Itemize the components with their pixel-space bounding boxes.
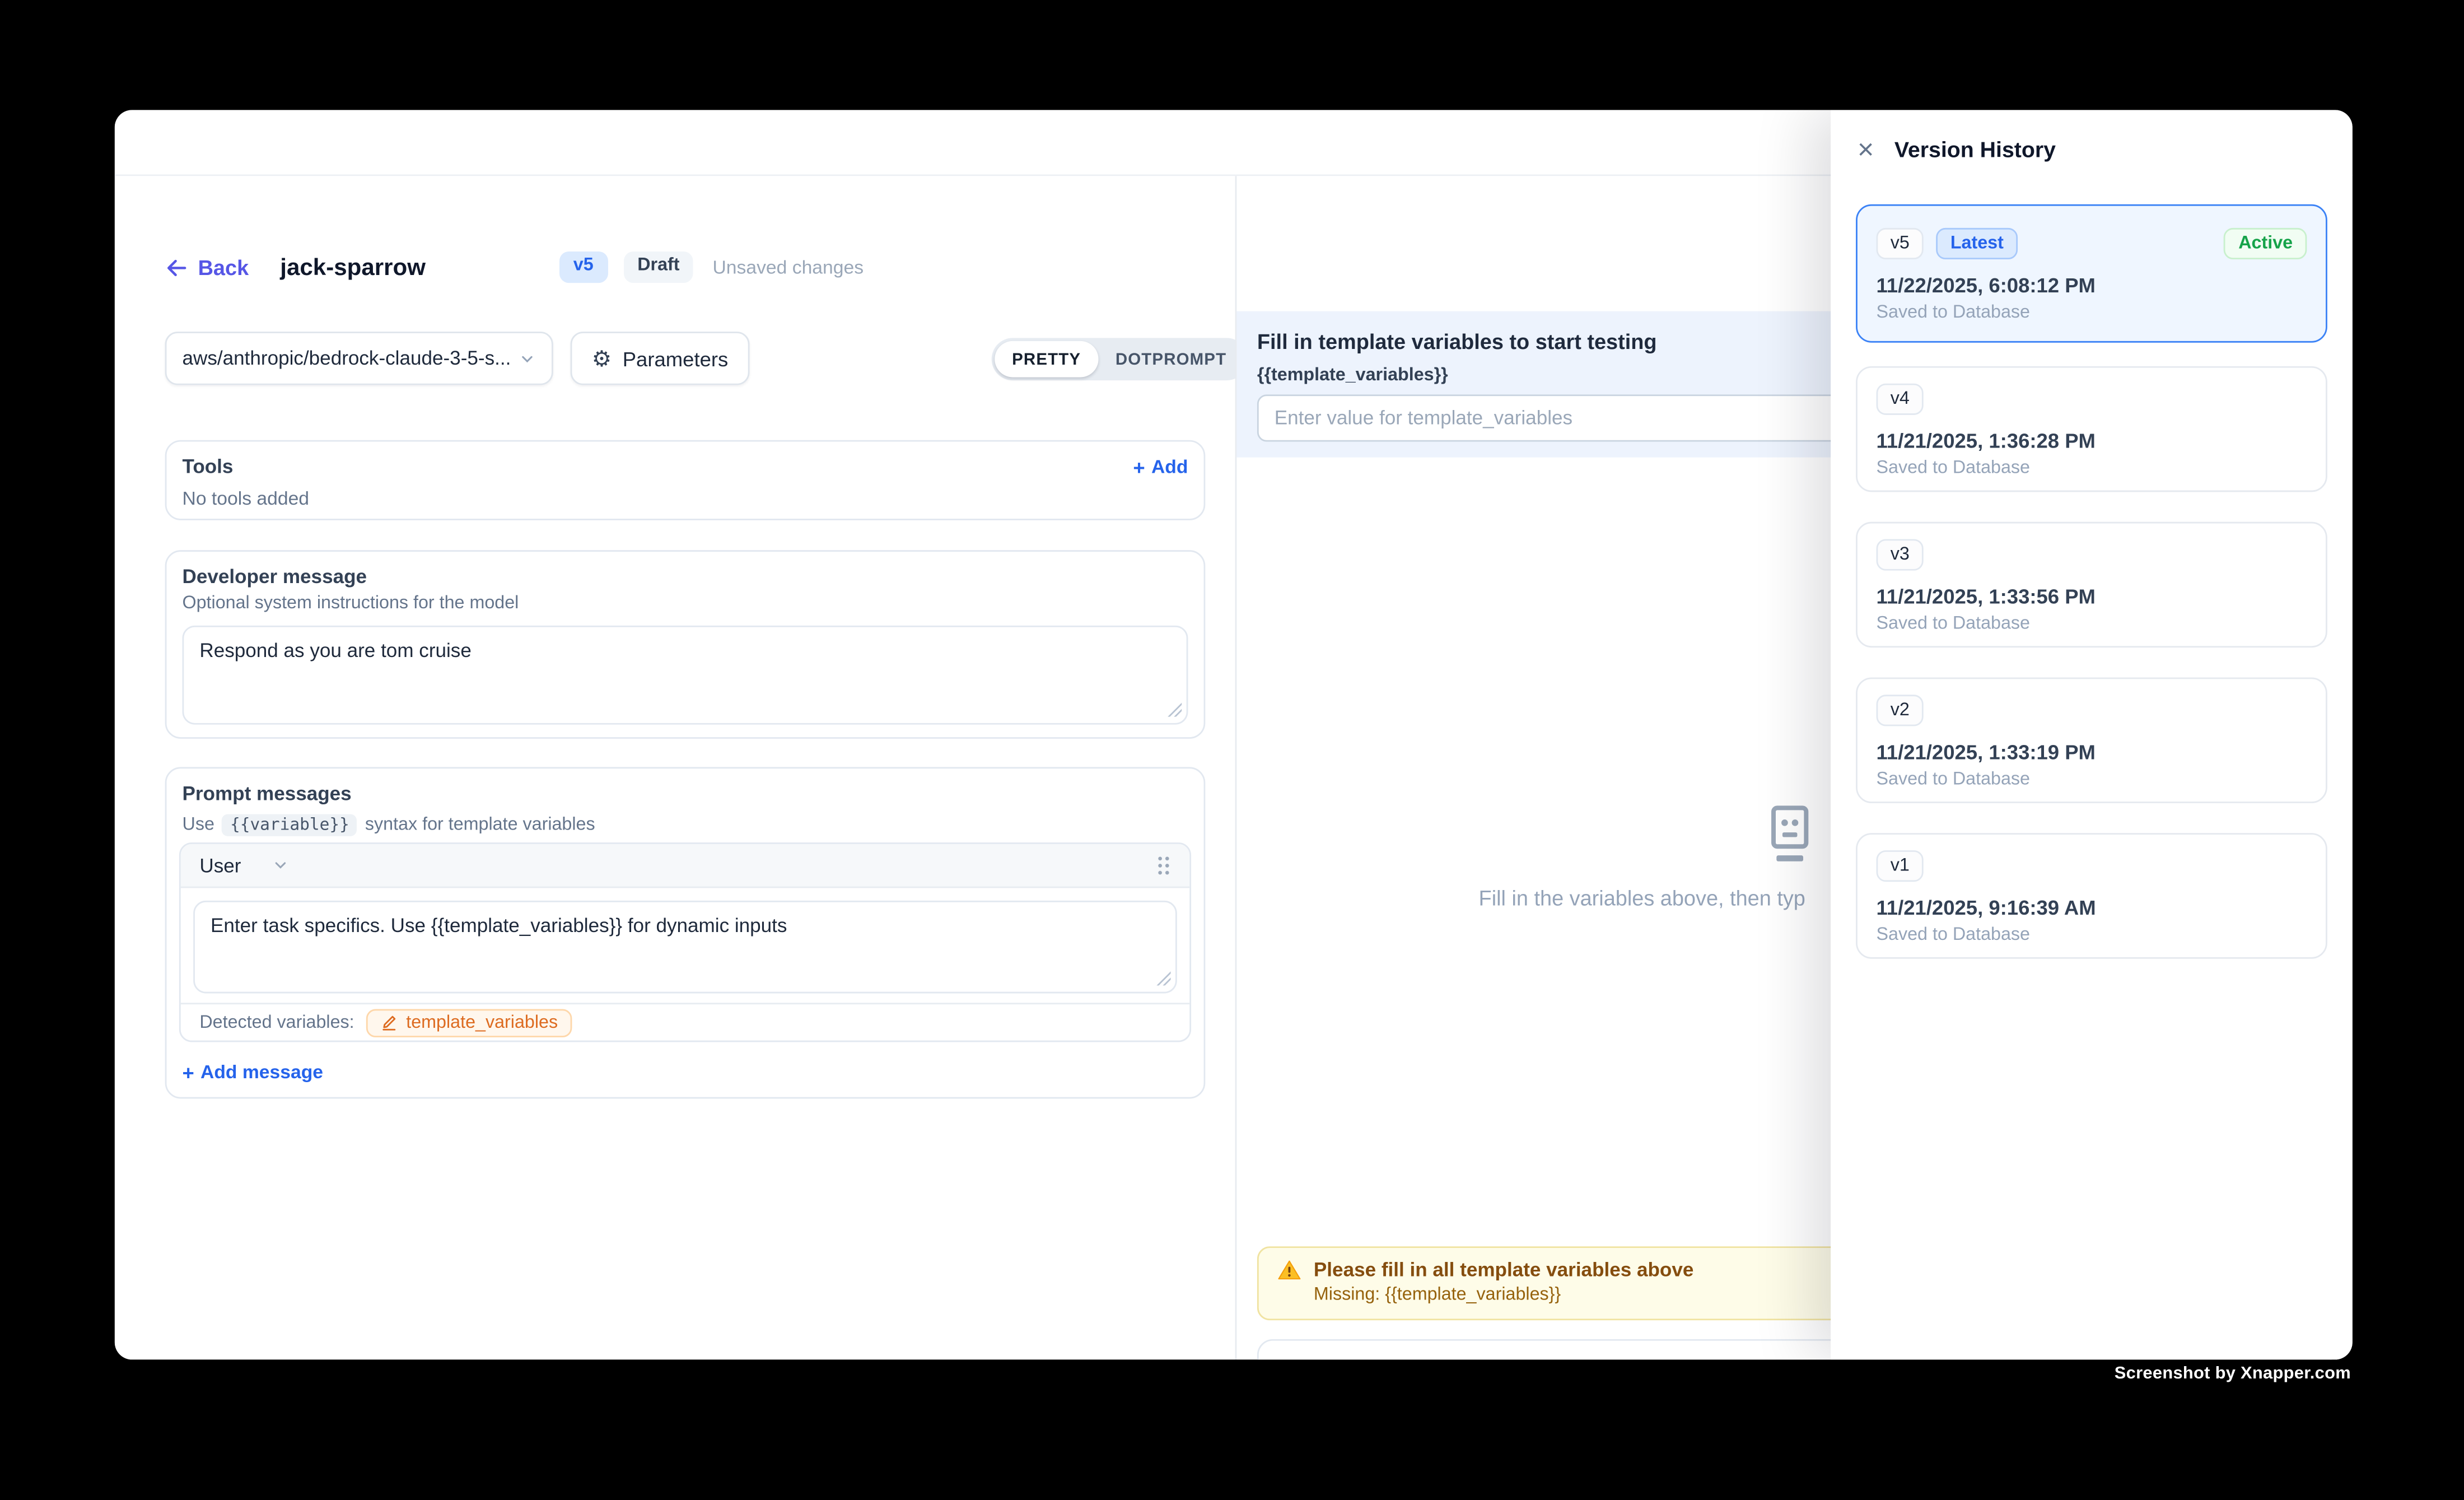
format-toggle: PRETTY DOTPROMPT bbox=[992, 338, 1247, 380]
version-timestamp: 11/22/2025, 6:08:12 PM bbox=[1877, 274, 2307, 297]
role-selector-value: User bbox=[199, 854, 241, 876]
model-selector[interactable]: aws/anthropic/bedrock-claude-3-5-s... bbox=[165, 332, 553, 385]
gear-icon: ⚙ bbox=[592, 347, 612, 369]
parameters-label: Parameters bbox=[623, 347, 729, 370]
app-window: Back jack-sparrow v5 Draft Unsaved chang… bbox=[115, 110, 2353, 1359]
version-number-badge: v3 bbox=[1877, 539, 1924, 571]
detected-variable-badge[interactable]: template_variables bbox=[367, 1008, 572, 1037]
developer-message-title: Developer message bbox=[183, 566, 1188, 588]
developer-message-card: Developer message Optional system instru… bbox=[165, 550, 1206, 739]
prompt-messages-title: Prompt messages bbox=[183, 782, 1188, 804]
version-note: Saved to Database bbox=[1877, 926, 2307, 945]
warning-icon bbox=[1277, 1259, 1301, 1281]
empty-state-text: Fill in the variables above, then typ bbox=[1479, 887, 1805, 910]
xnapper-watermark: Screenshot by Xnapper.com bbox=[2115, 1364, 2351, 1383]
plus-icon: + bbox=[1133, 456, 1145, 477]
hint-prefix: Use bbox=[183, 816, 214, 835]
version-number-badge: v4 bbox=[1877, 384, 1924, 416]
version-number-badge: v1 bbox=[1877, 850, 1924, 882]
message-textarea-wrap: Enter task specifics. Use {{template_var… bbox=[193, 901, 1177, 994]
version-note: Saved to Database bbox=[1877, 615, 2307, 634]
version-note: Saved to Database bbox=[1877, 304, 2307, 323]
developer-message-textarea[interactable]: Respond as you are tom cruise bbox=[183, 626, 1188, 725]
prompt-hint: Use {{variable}} syntax for template var… bbox=[183, 814, 1188, 836]
version-number-badge: v2 bbox=[1877, 695, 1924, 726]
developer-message-subtitle: Optional system instructions for the mod… bbox=[183, 594, 1188, 613]
message-block: User Enter task specifics. Use {{templat… bbox=[179, 842, 1191, 1042]
pencil-icon bbox=[381, 1014, 398, 1031]
version-timestamp: 11/21/2025, 1:33:19 PM bbox=[1877, 741, 2307, 765]
unsaved-changes-text: Unsaved changes bbox=[712, 256, 864, 278]
version-history-title: Version History bbox=[1894, 137, 2056, 162]
model-selector-value: aws/anthropic/bedrock-claude-3-5-s... bbox=[183, 347, 511, 369]
version-card-v1[interactable]: v1 11/21/2025, 9:16:39 AM Saved to Datab… bbox=[1856, 833, 2327, 958]
screenshot-stage: Back jack-sparrow v5 Draft Unsaved chang… bbox=[0, 0, 2464, 1500]
plus-icon: + bbox=[183, 1062, 194, 1082]
version-note: Saved to Database bbox=[1877, 459, 2307, 478]
version-list: v5 Latest Active 11/22/2025, 6:08:12 PM … bbox=[1856, 204, 2327, 989]
version-history-header: × Version History bbox=[1831, 110, 2353, 173]
back-button[interactable]: Back bbox=[165, 255, 249, 279]
parameters-button[interactable]: ⚙ Parameters bbox=[571, 332, 750, 385]
tools-empty-text: No tools added bbox=[183, 487, 1188, 509]
chevron-down-icon bbox=[273, 856, 290, 874]
bot-icon bbox=[1763, 803, 1816, 874]
editor-toolbar: aws/anthropic/bedrock-claude-3-5-s... ⚙ … bbox=[115, 332, 1235, 385]
format-option-dotprompt[interactable]: DOTPROMPT bbox=[1098, 341, 1244, 378]
message-textarea[interactable]: Enter task specifics. Use {{template_var… bbox=[193, 901, 1177, 994]
message-header: User bbox=[181, 844, 1190, 888]
version-card-v2[interactable]: v2 11/21/2025, 1:33:19 PM Saved to Datab… bbox=[1856, 677, 2327, 803]
format-option-pretty[interactable]: PRETTY bbox=[995, 341, 1098, 378]
detected-variable-name: template_variables bbox=[406, 1013, 558, 1032]
prompt-messages-card: Prompt messages Use {{variable}} syntax … bbox=[165, 767, 1206, 1098]
detected-variables-label: Detected variables: bbox=[199, 1013, 354, 1032]
version-timestamp: 11/21/2025, 9:16:39 AM bbox=[1877, 897, 2307, 920]
tools-title: Tools bbox=[183, 456, 234, 478]
add-message-button[interactable]: + Add message bbox=[183, 1061, 323, 1083]
add-tool-button[interactable]: + Add bbox=[1133, 456, 1188, 478]
version-note: Saved to Database bbox=[1877, 771, 2307, 790]
active-status-badge: Active bbox=[2224, 228, 2307, 260]
version-card-v3[interactable]: v3 11/21/2025, 1:33:56 PM Saved to Datab… bbox=[1856, 522, 2327, 647]
latest-badge: Latest bbox=[1936, 228, 2018, 260]
back-label: Back bbox=[198, 255, 249, 279]
warning-title: Please fill in all template variables ab… bbox=[1314, 1259, 1693, 1281]
add-tool-label: Add bbox=[1151, 456, 1188, 478]
version-number-badge: v5 bbox=[1877, 228, 1924, 260]
close-icon[interactable]: × bbox=[1858, 135, 1874, 164]
tools-card: Tools + Add No tools added bbox=[165, 440, 1206, 520]
message-body: Enter task specifics. Use {{template_var… bbox=[181, 888, 1190, 1005]
page-header: Back jack-sparrow v5 Draft Unsaved chang… bbox=[165, 248, 864, 286]
role-selector[interactable]: User bbox=[199, 854, 290, 876]
version-card-v4[interactable]: v4 11/21/2025, 1:36:28 PM Saved to Datab… bbox=[1856, 366, 2327, 492]
detected-variables-row: Detected variables: template_variables bbox=[181, 1003, 1190, 1040]
version-history-panel: × Version History v5 Latest Active 11/22… bbox=[1831, 110, 2353, 1359]
arrow-left-icon bbox=[165, 255, 189, 279]
page-title: jack-sparrow bbox=[280, 254, 426, 281]
version-timestamp: 11/21/2025, 1:33:56 PM bbox=[1877, 585, 2307, 609]
hint-suffix: syntax for template variables bbox=[365, 816, 595, 835]
draft-badge: Draft bbox=[623, 251, 694, 283]
prompt-editor-panel: Back jack-sparrow v5 Draft Unsaved chang… bbox=[115, 176, 1235, 1359]
drag-handle-icon[interactable] bbox=[1156, 855, 1170, 875]
developer-message-textarea-wrap: Respond as you are tom cruise bbox=[183, 626, 1188, 725]
add-message-label: Add message bbox=[200, 1061, 323, 1083]
variable-syntax-chip: {{variable}} bbox=[222, 814, 357, 836]
chevron-down-icon bbox=[519, 350, 536, 367]
version-badge: v5 bbox=[559, 251, 607, 283]
version-card-v5[interactable]: v5 Latest Active 11/22/2025, 6:08:12 PM … bbox=[1856, 204, 2327, 343]
version-timestamp: 11/21/2025, 1:36:28 PM bbox=[1877, 430, 2307, 453]
